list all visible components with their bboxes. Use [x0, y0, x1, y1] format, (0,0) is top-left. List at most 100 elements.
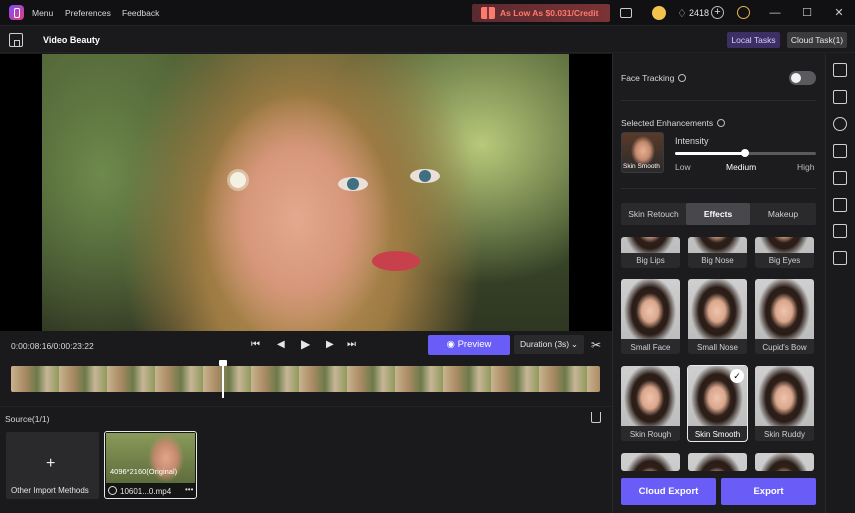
enhance-tool-icon[interactable]: [833, 224, 847, 238]
plus-icon: +: [46, 455, 56, 472]
effect-card[interactable]: Skin Ruddy: [755, 366, 814, 441]
divider: [621, 188, 816, 189]
selected-enhancements-label: Selected Enhancements: [621, 118, 726, 128]
info-icon[interactable]: [717, 119, 726, 127]
coin-icon[interactable]: [652, 6, 666, 20]
effect-thumbnail: [621, 366, 680, 426]
clip-name: 10601...0.mp4: [120, 487, 172, 496]
info-icon[interactable]: [678, 74, 687, 82]
menu-item-preferences[interactable]: Preferences: [65, 8, 111, 18]
effect-thumbnail: [755, 366, 814, 426]
effect-card[interactable]: Big Lips: [621, 237, 680, 268]
effect-card[interactable]: [688, 453, 747, 471]
prev-frame-icon[interactable]: ◀: [277, 339, 285, 350]
effect-label: Small Face: [630, 343, 671, 352]
effect-card[interactable]: Small Face: [621, 279, 680, 354]
next-frame-icon[interactable]: ▶: [326, 339, 334, 350]
skip-end-icon[interactable]: ⏭: [347, 339, 356, 350]
effect-thumbnail: [755, 279, 814, 339]
user-icon[interactable]: [737, 6, 750, 19]
cloud-export-button[interactable]: Cloud Export: [621, 478, 716, 505]
export-video-icon[interactable]: [833, 251, 847, 265]
tab-makeup[interactable]: Makeup: [750, 203, 816, 225]
clip-type-icon: [108, 486, 117, 495]
gift-icon: [481, 7, 495, 19]
page-title: Video Beauty: [43, 35, 100, 45]
brush-tool-icon[interactable]: [833, 171, 847, 185]
subject-lips: [372, 251, 420, 271]
eraser-icon[interactable]: [833, 198, 847, 212]
effect-label: Skin Ruddy: [764, 430, 805, 439]
effect-thumbnail: [621, 279, 680, 339]
effect-label: Skin Smooth: [694, 430, 741, 439]
title-bar: Menu Preferences Feedback As Low As $0.0…: [0, 0, 855, 26]
add-credit-icon[interactable]: +: [711, 6, 724, 19]
effect-card-selected[interactable]: ✓ Skin Smooth: [687, 365, 748, 442]
cloud-task-button[interactable]: Cloud Task(1): [787, 32, 847, 48]
effect-label: Cupid's Bow: [762, 343, 807, 352]
duration-label: Duration (3s): [520, 339, 570, 349]
hair-flower: [230, 172, 246, 188]
app-logo-icon: [9, 5, 24, 20]
intensity-slider-knob[interactable]: [741, 149, 749, 157]
export-button[interactable]: Export: [721, 478, 816, 505]
header-bar: Video Beauty Local Tasks Cloud Task(1): [0, 27, 855, 53]
credits-count: 2418: [689, 8, 710, 18]
face-tracking-label: Face Tracking: [621, 73, 687, 83]
preview-button[interactable]: ◉ Preview: [428, 335, 510, 355]
menu-item-menu[interactable]: Menu: [32, 8, 53, 18]
check-icon: ✓: [730, 369, 744, 383]
intensity-label: Intensity: [675, 136, 709, 146]
duration-select[interactable]: Duration (3s) ⌄: [514, 335, 584, 354]
home-icon[interactable]: [9, 33, 23, 47]
subject-left-eye: [338, 177, 368, 191]
local-tasks-button[interactable]: Local Tasks: [727, 32, 780, 48]
effect-label: Big Eyes: [768, 256, 801, 265]
trash-icon[interactable]: [591, 412, 601, 423]
grid-tool-icon[interactable]: [833, 144, 847, 158]
menu-item-feedback[interactable]: Feedback: [122, 8, 159, 18]
clip-resolution: 4096*2160(Original): [110, 467, 178, 476]
face-tracking-toggle[interactable]: [789, 71, 816, 85]
tab-effects[interactable]: Effects: [686, 203, 750, 225]
more-icon[interactable]: •••: [185, 485, 193, 494]
effect-card[interactable]: [755, 453, 814, 471]
app-window: Menu Preferences Feedback As Low As $0.0…: [0, 0, 855, 513]
effect-card[interactable]: Big Nose: [688, 237, 747, 268]
divider: [621, 100, 816, 101]
playhead[interactable]: [222, 362, 224, 398]
play-icon[interactable]: ▶: [301, 337, 310, 351]
gem-icon: ♢: [677, 8, 687, 20]
maximize-icon[interactable]: ☐: [799, 5, 815, 21]
video-frame: [42, 54, 569, 331]
preview-label: Preview: [457, 339, 492, 350]
subject-right-eye: [410, 169, 440, 183]
chevron-down-icon: ⌄: [570, 339, 578, 349]
edit-tool-icon[interactable]: [833, 90, 847, 104]
intensity-slider-fill: [675, 152, 745, 155]
selected-enhancement-label: Skin Smooth: [623, 163, 660, 170]
minimize-icon[interactable]: —: [767, 5, 783, 21]
import-label: Other Import Methods: [11, 486, 89, 495]
intensity-low: Low: [675, 162, 691, 172]
intensity-high: High: [797, 162, 815, 172]
scissors-icon[interactable]: ✂: [591, 338, 601, 352]
video-tool-icon[interactable]: [833, 63, 847, 77]
promo-text: As Low As $0.031/Credit: [500, 8, 599, 18]
effect-card[interactable]: Small Nose: [688, 279, 747, 354]
intensity-medium: Medium: [726, 162, 757, 172]
timeline-strip[interactable]: [11, 366, 600, 392]
effect-card[interactable]: Skin Rough: [621, 366, 680, 441]
skip-start-icon[interactable]: ⏮: [251, 339, 260, 350]
chat-icon[interactable]: [620, 8, 632, 18]
effect-card[interactable]: [621, 453, 680, 471]
close-icon[interactable]: ✕: [831, 5, 847, 21]
effect-card[interactable]: Cupid's Bow: [755, 279, 814, 354]
effect-thumbnail: [688, 279, 747, 339]
promo-banner[interactable]: As Low As $0.031/Credit: [472, 4, 610, 22]
time-readout: 0:00:08:16/0:00:23:22: [11, 341, 94, 351]
effect-label: Big Lips: [636, 256, 665, 265]
beauty-tool-icon[interactable]: [833, 117, 847, 131]
effect-card[interactable]: Big Eyes: [755, 237, 814, 268]
tab-skin-retouch[interactable]: Skin Retouch: [621, 203, 686, 225]
